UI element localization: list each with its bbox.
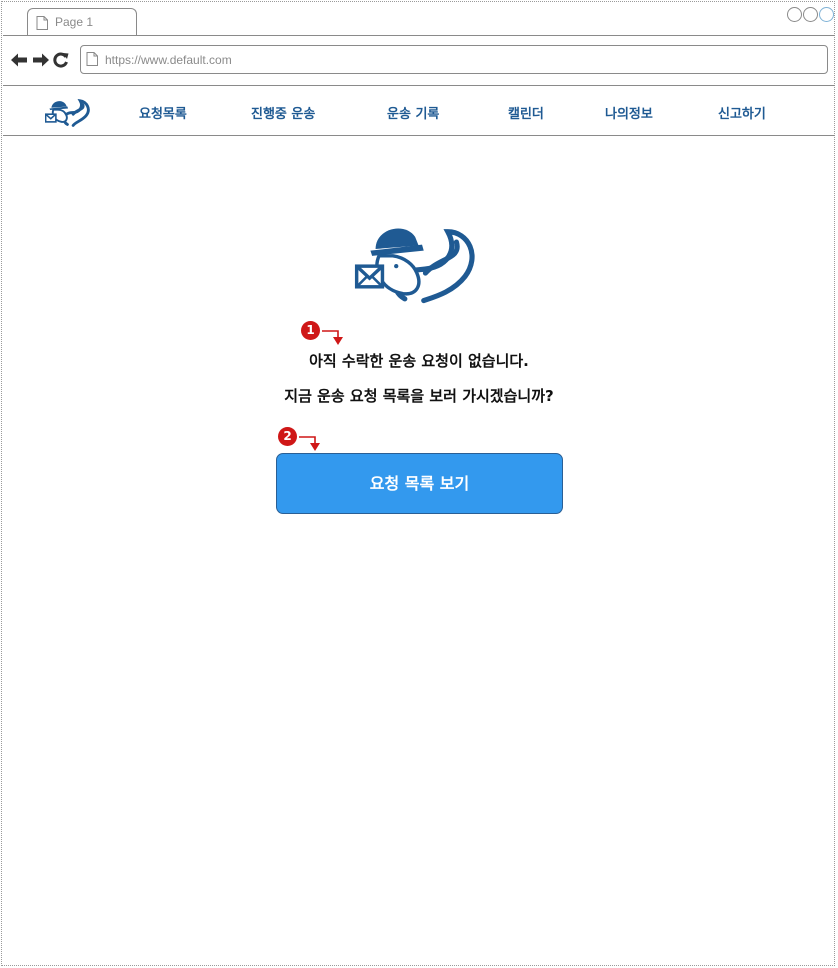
browser-nav-buttons <box>11 52 69 68</box>
window-minimize-icon[interactable] <box>787 7 802 22</box>
page-icon <box>36 16 48 30</box>
menu-item-report[interactable]: 신고하기 <box>718 103 766 122</box>
squirrel-mail-logo-icon <box>354 228 475 304</box>
window-controls <box>787 7 834 22</box>
window-close-icon[interactable] <box>819 7 834 22</box>
squirrel-mail-logo-icon[interactable] <box>45 95 93 127</box>
tab-strip-divider <box>3 35 835 36</box>
menu-item-in-progress[interactable]: 진행중 운송 <box>251 103 315 122</box>
url-input[interactable] <box>105 51 805 68</box>
annotation-marker-1: 1 <box>301 321 320 340</box>
address-bar[interactable] <box>80 45 828 74</box>
page-icon <box>86 52 98 66</box>
browser-tab[interactable]: Page 1 <box>27 8 137 36</box>
menu-item-my-info[interactable]: 나의정보 <box>605 103 653 122</box>
forward-arrow-icon[interactable] <box>32 53 49 67</box>
site-header: 요청목록 진행중 운송 운송 기록 캘린더 나의정보 신고하기 <box>3 87 835 136</box>
menu-item-request-list[interactable]: 요청목록 <box>139 103 187 122</box>
view-request-list-button[interactable]: 요청 목록 보기 <box>276 453 563 514</box>
empty-state-message: 아직 수락한 운송 요청이 없습니다. <box>309 352 529 370</box>
reload-icon[interactable] <box>53 52 69 68</box>
menu-item-calendar[interactable]: 캘린더 <box>508 103 544 122</box>
annotation-arrow-icon <box>299 436 320 451</box>
chrome-divider <box>3 85 835 86</box>
annotation-arrow-icon <box>322 330 343 345</box>
annotation-marker-2: 2 <box>278 427 297 446</box>
window-maximize-icon[interactable] <box>803 7 818 22</box>
back-arrow-icon[interactable] <box>11 53 28 67</box>
empty-state-question: 지금 운송 요청 목록을 보러 가시겠습니까? <box>284 387 554 405</box>
menu-item-history[interactable]: 운송 기록 <box>387 103 439 122</box>
tab-title: Page 1 <box>55 15 94 29</box>
